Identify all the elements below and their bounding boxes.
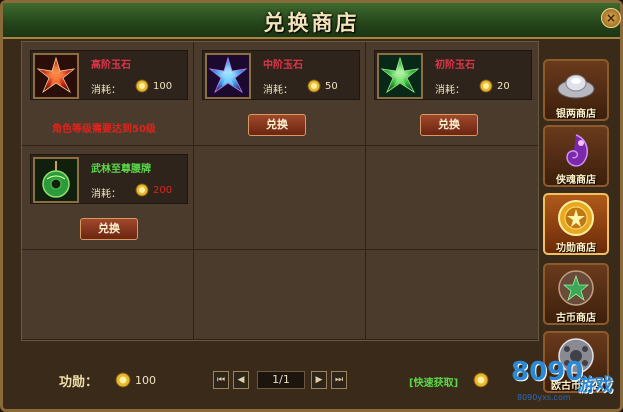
item-name: 中阶玉石: [263, 60, 303, 71]
item-name: 高阶玉石: [91, 60, 131, 71]
last-page-button[interactable]: ⏭: [331, 371, 347, 389]
exchange-button[interactable]: 兑换: [248, 114, 306, 136]
cost-label: 消耗：: [435, 85, 465, 96]
item-grid-panel: 高阶玉石 消耗： 100 角色等级需要达到50级 中阶玉石 消耗： 50 兑换 …: [21, 41, 539, 341]
tab-label: 侠魂商店: [556, 175, 596, 186]
window-title: 兑换商店: [263, 10, 360, 35]
grid-cell: 中阶玉石 消耗： 50 兑换: [194, 42, 366, 146]
tab-label: 银两商店: [556, 109, 596, 120]
level-requirement: 角色等级需要达到50级: [52, 124, 156, 135]
tab-soul-shop[interactable]: 侠魂商店: [543, 125, 609, 187]
cost-value: 100: [153, 81, 173, 92]
exchange-button[interactable]: 兑换: [80, 218, 138, 240]
item-name: 初阶玉石: [435, 60, 475, 71]
merit-coin-icon: [115, 372, 131, 388]
shop-item-supreme-pendant[interactable]: 武林至尊腰牌 消耗： 200: [30, 154, 188, 204]
watermark-site: 8090yxs.com: [517, 393, 571, 402]
tab-silver-shop[interactable]: 银两商店: [543, 59, 609, 121]
cost-label: 消耗：: [91, 85, 121, 96]
grid-cell: 初阶玉石 消耗： 20 兑换: [366, 42, 538, 146]
jade-pendant-icon: [33, 157, 79, 203]
watermark-brand: 8090: [511, 357, 584, 387]
prev-page-button[interactable]: ◀: [233, 371, 249, 389]
grid-cell: [22, 250, 194, 340]
close-button[interactable]: ×: [601, 8, 621, 28]
title-bar: 兑换商店 ×: [3, 3, 621, 39]
grid-cell: [194, 250, 366, 340]
merit-coin-icon: [479, 79, 493, 93]
merit-coin-icon: [135, 183, 149, 197]
tab-ancient-coin-shop[interactable]: 古币商店: [543, 263, 609, 325]
tab-merit-shop[interactable]: 功勋商店: [543, 193, 609, 255]
merit-label: 功勋：: [59, 375, 99, 390]
tab-label: 古币商店: [556, 313, 596, 324]
page-indicator: 1/1: [257, 371, 305, 389]
grid-cell: 高阶玉石 消耗： 100 角色等级需要达到50级: [22, 42, 194, 146]
merit-medal-icon: [558, 200, 594, 236]
merit-coin-icon: [307, 79, 321, 93]
exchange-button[interactable]: 兑换: [420, 114, 478, 136]
item-name: 武林至尊腰牌: [91, 164, 151, 175]
item-grid: 高阶玉石 消耗： 100 角色等级需要达到50级 中阶玉石 消耗： 50 兑换 …: [22, 42, 538, 340]
red-star-gem-icon: [33, 53, 79, 99]
merit-coin-icon: [473, 372, 489, 388]
grid-cell: [366, 250, 538, 340]
shop-item-mid-jade[interactable]: 中阶玉石 消耗： 50: [202, 50, 360, 100]
first-page-button[interactable]: ⏮: [213, 371, 229, 389]
tab-label: 功勋商店: [556, 243, 596, 254]
watermark-tagline: 游戏: [577, 375, 613, 396]
merit-value: 100: [135, 374, 156, 387]
cost-label: 消耗：: [91, 189, 121, 200]
grid-cell: [366, 146, 538, 250]
cost-label: 消耗：: [263, 85, 293, 96]
merit-coin-icon: [135, 79, 149, 93]
grid-cell: [194, 146, 366, 250]
quick-obtain-link[interactable]: [快速获取]: [409, 374, 458, 389]
next-page-button[interactable]: ▶: [311, 371, 327, 389]
shop-window: 兑换商店 × 高阶玉石 消耗： 100 角色等级需要达到50级 中阶玉石 消耗：…: [0, 0, 623, 412]
blue-star-gem-icon: [205, 53, 251, 99]
ancient-coin-icon: [558, 270, 594, 306]
footer-bar: 功勋： 100 ⏮ ◀ 1/1 ▶ ⏭ [快速获取]: [21, 355, 539, 405]
shop-item-low-jade[interactable]: 初阶玉石 消耗： 20: [374, 50, 532, 100]
silver-ingot-icon: [557, 74, 595, 99]
site-watermark: 8090 游戏 8090yxs.com: [503, 357, 623, 412]
cost-value: 50: [325, 81, 338, 92]
purple-soul-icon: [566, 134, 588, 167]
shop-item-high-jade[interactable]: 高阶玉石 消耗： 100: [30, 50, 188, 100]
cost-value: 200: [153, 185, 173, 196]
green-star-gem-icon: [377, 53, 423, 99]
grid-cell: 武林至尊腰牌 消耗： 200 兑换: [22, 146, 194, 250]
cost-value: 20: [497, 81, 510, 92]
